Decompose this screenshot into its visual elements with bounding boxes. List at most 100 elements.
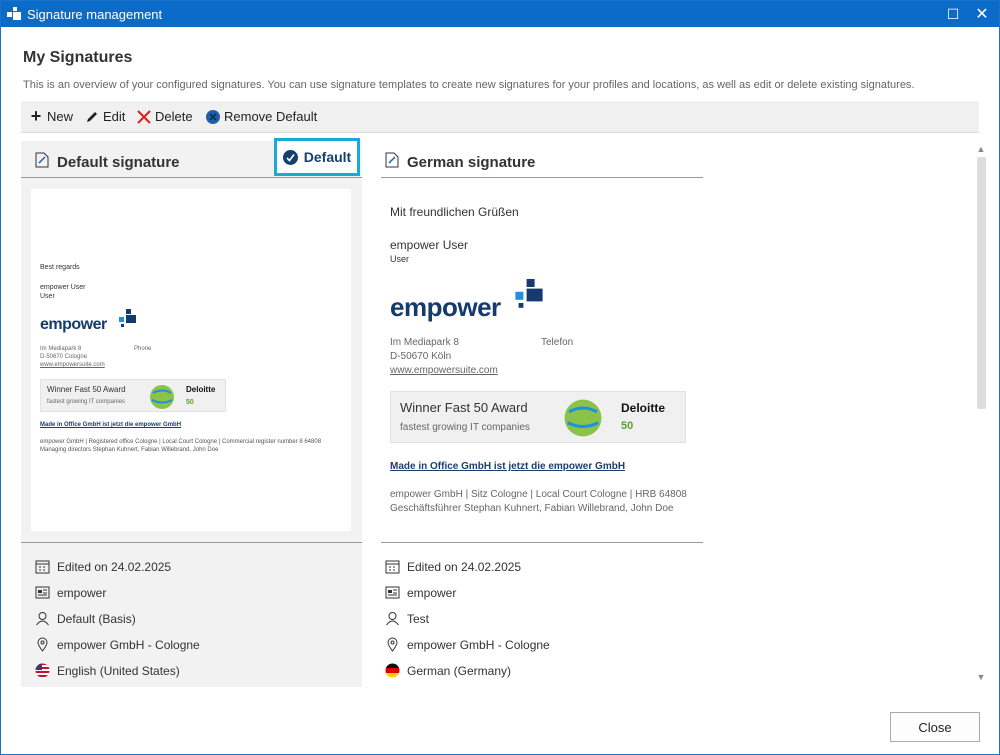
scroll-up-arrow-icon[interactable]: ▲	[973, 141, 989, 157]
empower-logo-mark	[119, 309, 136, 327]
preview-role: User	[40, 293, 55, 300]
preview-address1: Im Mediapark 8	[40, 346, 82, 352]
app-icon	[7, 7, 21, 20]
preview-name: empower User	[40, 284, 86, 291]
signature-management-window: Signature management ☐ ✕ My Signatures T…	[0, 0, 1000, 755]
check-circle-icon	[282, 149, 298, 165]
preview-made-in-link[interactable]: Made in Office GmbH ist jetzt die empowe…	[390, 461, 625, 472]
card-separator	[21, 542, 362, 543]
meta-company-label: empower	[57, 585, 107, 600]
document-icon	[385, 152, 399, 168]
deloitte-label: Deloitte	[621, 401, 666, 415]
preview-made-in-link[interactable]: Made in Office GmbH ist jetzt die empowe…	[40, 422, 181, 428]
award-banner: Winner Fast 50 Award fastest growing IT …	[390, 391, 686, 443]
maximize-icon: ☐	[946, 5, 960, 22]
default-badge-label: Default	[303, 149, 352, 165]
new-button-label: New	[47, 109, 74, 124]
card-separator	[381, 542, 703, 543]
meta-edited: Edited on 24.02.2025	[35, 559, 171, 574]
preview-role: User	[390, 254, 410, 264]
award-subtitle: fastest growing IT companies	[400, 422, 530, 433]
scroll-down-arrow-icon[interactable]: ▼	[973, 669, 989, 685]
meta-location: empower GmbH - Cologne	[35, 637, 200, 652]
window-close-button[interactable]: ✕	[969, 1, 995, 27]
new-button[interactable]: + New	[29, 106, 74, 126]
globe-icon	[564, 399, 602, 437]
meta-company: empower	[35, 585, 106, 600]
us-flag-icon	[35, 663, 50, 678]
close-button[interactable]: Close	[890, 712, 980, 742]
delete-button[interactable]: Delete	[137, 109, 193, 124]
preview-phone-label: Phone	[134, 346, 152, 352]
card-header: Default signature Default	[21, 138, 362, 178]
preview-greeting: Mit freundlichen Grüßen	[390, 205, 519, 219]
preview-greeting: Best regards	[40, 264, 80, 271]
document-icon	[35, 152, 49, 168]
meta-edited-label: Edited on 24.02.2025	[57, 559, 172, 574]
preview-logo: empower	[40, 316, 107, 333]
preview-address2: D-50670 Cologne	[40, 354, 88, 360]
meta-company-label: empower	[407, 585, 457, 600]
preview-address1: Im Mediapark 8	[390, 337, 459, 348]
meta-language: English (United States)	[35, 663, 180, 678]
meta-location: empower GmbH - Cologne	[385, 637, 550, 652]
preview-footer2: Geschäftsführer Stephan Kuhnert, Fabian …	[390, 503, 674, 514]
meta-edited-label: Edited on 24.02.2025	[407, 559, 522, 574]
preview-name: empower User	[390, 238, 469, 252]
scroll-thumb[interactable]	[977, 157, 986, 409]
meta-location-label: empower GmbH - Cologne	[57, 637, 200, 652]
preview-address2: D-50670 Köln	[390, 351, 452, 362]
globe-icon	[150, 385, 174, 409]
card-header: German signature	[381, 141, 703, 178]
meta-profile-label: Default (Basis)	[57, 611, 136, 626]
page-description: This is an overview of your configured s…	[23, 79, 915, 91]
preview-footer2: Managing directors Stephan Kuhnert, Fabi…	[40, 447, 219, 453]
meta-language-label: English (United States)	[57, 663, 180, 678]
meta-language: German (Germany)	[385, 663, 511, 678]
fast50-label: 50	[621, 420, 634, 432]
award-title: Winner Fast 50 Award	[47, 385, 126, 394]
preview-website[interactable]: www.empowersuite.com	[40, 362, 105, 368]
edit-button[interactable]: Edit	[85, 109, 125, 124]
preview-website[interactable]: www.empowersuite.com	[390, 365, 498, 376]
default-badge[interactable]: Default	[274, 138, 360, 176]
signature-card-default[interactable]: Default signature Default Best regards e…	[21, 138, 362, 687]
maximize-button[interactable]: ☐	[941, 1, 965, 27]
title-bar: Signature management ☐ ✕	[1, 1, 999, 27]
calendar-icon	[35, 560, 50, 574]
award-title: Winner Fast 50 Award	[400, 400, 528, 415]
empower-logo-mark	[515, 279, 543, 308]
preview-phone-label: Telefon	[541, 337, 574, 348]
signature-card-german[interactable]: German signature Mit freundlichen Grüßen…	[381, 141, 703, 687]
meta-profile: Default (Basis)	[35, 611, 136, 626]
meta-company: empower	[385, 585, 456, 600]
deloitte-label: Deloitte	[186, 385, 216, 394]
edit-button-label: Edit	[103, 109, 126, 124]
signature-preview: Mit freundlichen Grüßen empower User Use…	[381, 179, 703, 539]
fast50-label: 50	[186, 399, 194, 406]
card-title: German signature	[407, 154, 536, 171]
toolbar: + New Edit Delete Remove Default	[21, 101, 979, 133]
meta-profile-label: Test	[407, 611, 430, 626]
calendar-icon	[385, 560, 400, 574]
preview-footer1: empower GmbH | Registered office Cologne…	[40, 439, 322, 445]
remove-default-button[interactable]: Remove Default	[206, 109, 317, 124]
close-icon: ✕	[975, 6, 989, 23]
award-banner: Winner Fast 50 Award fastest growing IT …	[40, 379, 226, 412]
german-flag-icon	[385, 663, 400, 678]
company-card-icon	[35, 586, 50, 599]
meta-language-label: German (Germany)	[407, 663, 512, 678]
remove-default-button-label: Remove Default	[224, 109, 318, 124]
vertical-scrollbar[interactable]: ▲ ▼	[973, 141, 989, 687]
window-title: Signature management	[27, 7, 163, 22]
page-title: My Signatures	[23, 49, 133, 66]
delete-button-label: Delete	[155, 109, 193, 124]
plus-icon: +	[30, 106, 42, 126]
meta-edited: Edited on 24.02.2025	[385, 559, 521, 574]
signature-preview: Best regards empower User User empower I…	[31, 189, 351, 531]
user-icon	[36, 612, 49, 626]
location-pin-icon	[37, 637, 48, 652]
location-pin-icon	[387, 637, 398, 652]
user-icon	[386, 612, 399, 626]
delete-x-icon	[137, 109, 151, 124]
